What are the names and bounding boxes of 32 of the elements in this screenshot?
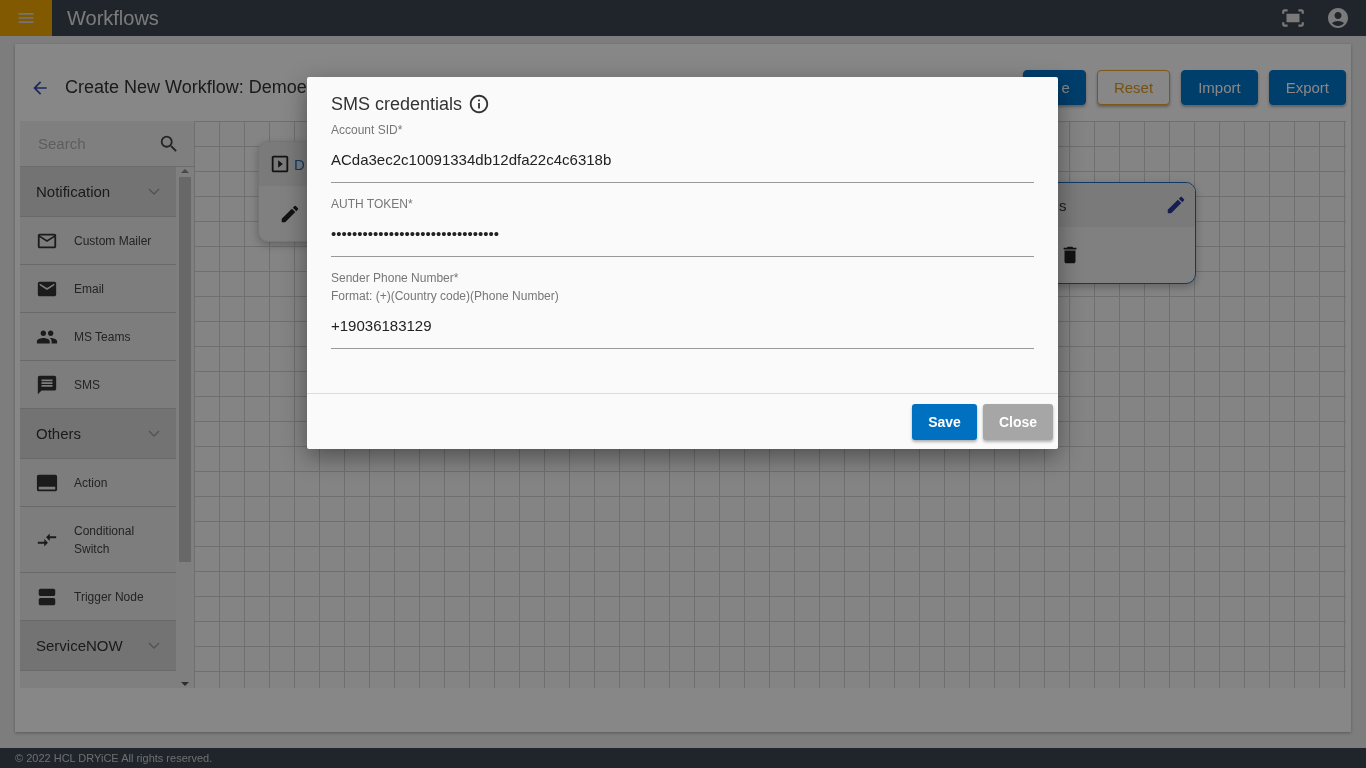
- field-label: Account SID*: [331, 122, 404, 139]
- node-title: D: [294, 155, 305, 173]
- play-box-icon: [269, 153, 291, 175]
- app-title: Workflows: [67, 6, 159, 30]
- scroll-down-icon[interactable]: [181, 682, 189, 686]
- input-field[interactable]: +19036183129: [331, 305, 1034, 349]
- info-icon[interactable]: [468, 93, 491, 115]
- chat-icon: [36, 373, 58, 396]
- field-label: Sender Phone Number*: [331, 270, 460, 287]
- field-hint: Format: (+)(Country code)(Phone Number): [331, 288, 560, 305]
- dialog-button[interactable]: Close: [982, 404, 1053, 440]
- toolbar-button[interactable]: Export: [1268, 70, 1346, 105]
- toolbar-button[interactable]: Reset: [1096, 70, 1171, 105]
- toolbar-button[interactable]: Import: [1181, 70, 1258, 105]
- group-header[interactable]: Others: [20, 409, 176, 459]
- chevron-icon: [148, 430, 160, 437]
- edit-icon[interactable]: [1165, 194, 1187, 216]
- group-header[interactable]: Notification: [20, 167, 176, 217]
- scrollbar[interactable]: [176, 167, 194, 688]
- input-field[interactable]: ••••••••••••••••••••••••••••••••: [331, 213, 1034, 257]
- group-header[interactable]: ServiceNOW: [20, 621, 176, 671]
- scroll-up-icon[interactable]: [181, 169, 189, 173]
- page-title: Create New Workflow: Demoe: [65, 77, 308, 98]
- dialog-button[interactable]: Save: [912, 404, 977, 440]
- account-button[interactable]: [1326, 6, 1350, 30]
- node-title: s: [1059, 196, 1068, 214]
- field-label: AUTH TOKEN*: [331, 196, 414, 213]
- input-field[interactable]: ACda3ec2c10091334db12dfa22c4c6318b: [331, 139, 1034, 183]
- chevron-icon: [148, 188, 160, 195]
- chevron-icon: [148, 642, 160, 649]
- copyright-text: © 2022 HCL DRYiCE All rights reserved.: [15, 752, 213, 764]
- dialog-title: SMS credentials: [331, 93, 463, 115]
